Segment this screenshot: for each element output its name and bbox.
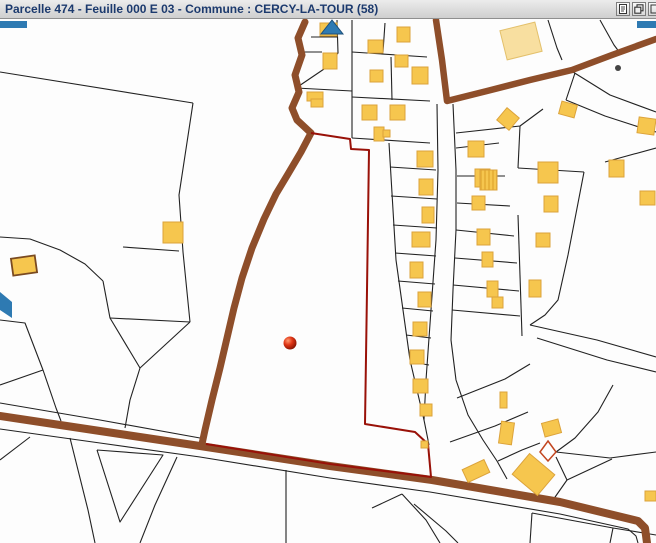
building [637, 117, 656, 135]
building [390, 105, 405, 120]
well-dot-symbol [615, 65, 621, 71]
blue-bar-left [0, 21, 27, 28]
parcel-marker[interactable] [284, 337, 297, 350]
building [645, 491, 656, 501]
blue-bar-right [637, 21, 656, 28]
restore-window-button[interactable] [632, 2, 646, 16]
titlebar-buttons [616, 2, 656, 16]
building [499, 421, 515, 445]
building [420, 404, 432, 416]
building [418, 292, 431, 307]
building [544, 196, 558, 212]
building [492, 297, 503, 308]
building [472, 196, 485, 210]
building [383, 130, 390, 137]
building [500, 392, 507, 408]
building [397, 27, 410, 42]
building [609, 160, 624, 177]
building [417, 151, 433, 167]
building [413, 379, 428, 393]
window-title: Parcelle 474 - Feuille 000 E 03 - Commun… [0, 0, 378, 19]
building [11, 255, 37, 275]
building [468, 141, 484, 157]
building [412, 232, 430, 247]
building [410, 262, 423, 278]
building [410, 350, 424, 364]
building [163, 222, 183, 243]
print-icon [618, 4, 628, 14]
cadastre-viewer-window: Parcelle 474 - Feuille 000 E 03 - Commun… [0, 0, 656, 543]
building [370, 70, 383, 82]
building [422, 207, 434, 223]
building [419, 179, 433, 195]
window-title-bar: Parcelle 474 - Feuille 000 E 03 - Commun… [0, 0, 656, 19]
building [529, 280, 541, 297]
partial-edge-button[interactable] [648, 2, 656, 16]
building [413, 322, 427, 336]
building [480, 170, 497, 190]
building [368, 40, 383, 53]
building [412, 67, 428, 84]
partial-edge-icon [650, 4, 656, 14]
building [487, 281, 498, 297]
restore-window-icon [634, 4, 644, 14]
print-button[interactable] [616, 2, 630, 16]
building [311, 99, 323, 107]
building [362, 105, 377, 120]
building [395, 55, 408, 67]
cadastral-map[interactable] [0, 0, 656, 543]
building [640, 191, 655, 205]
building [538, 162, 558, 183]
building [323, 53, 337, 69]
building [421, 441, 428, 448]
building [482, 252, 493, 267]
building [477, 229, 490, 245]
building [536, 233, 550, 247]
